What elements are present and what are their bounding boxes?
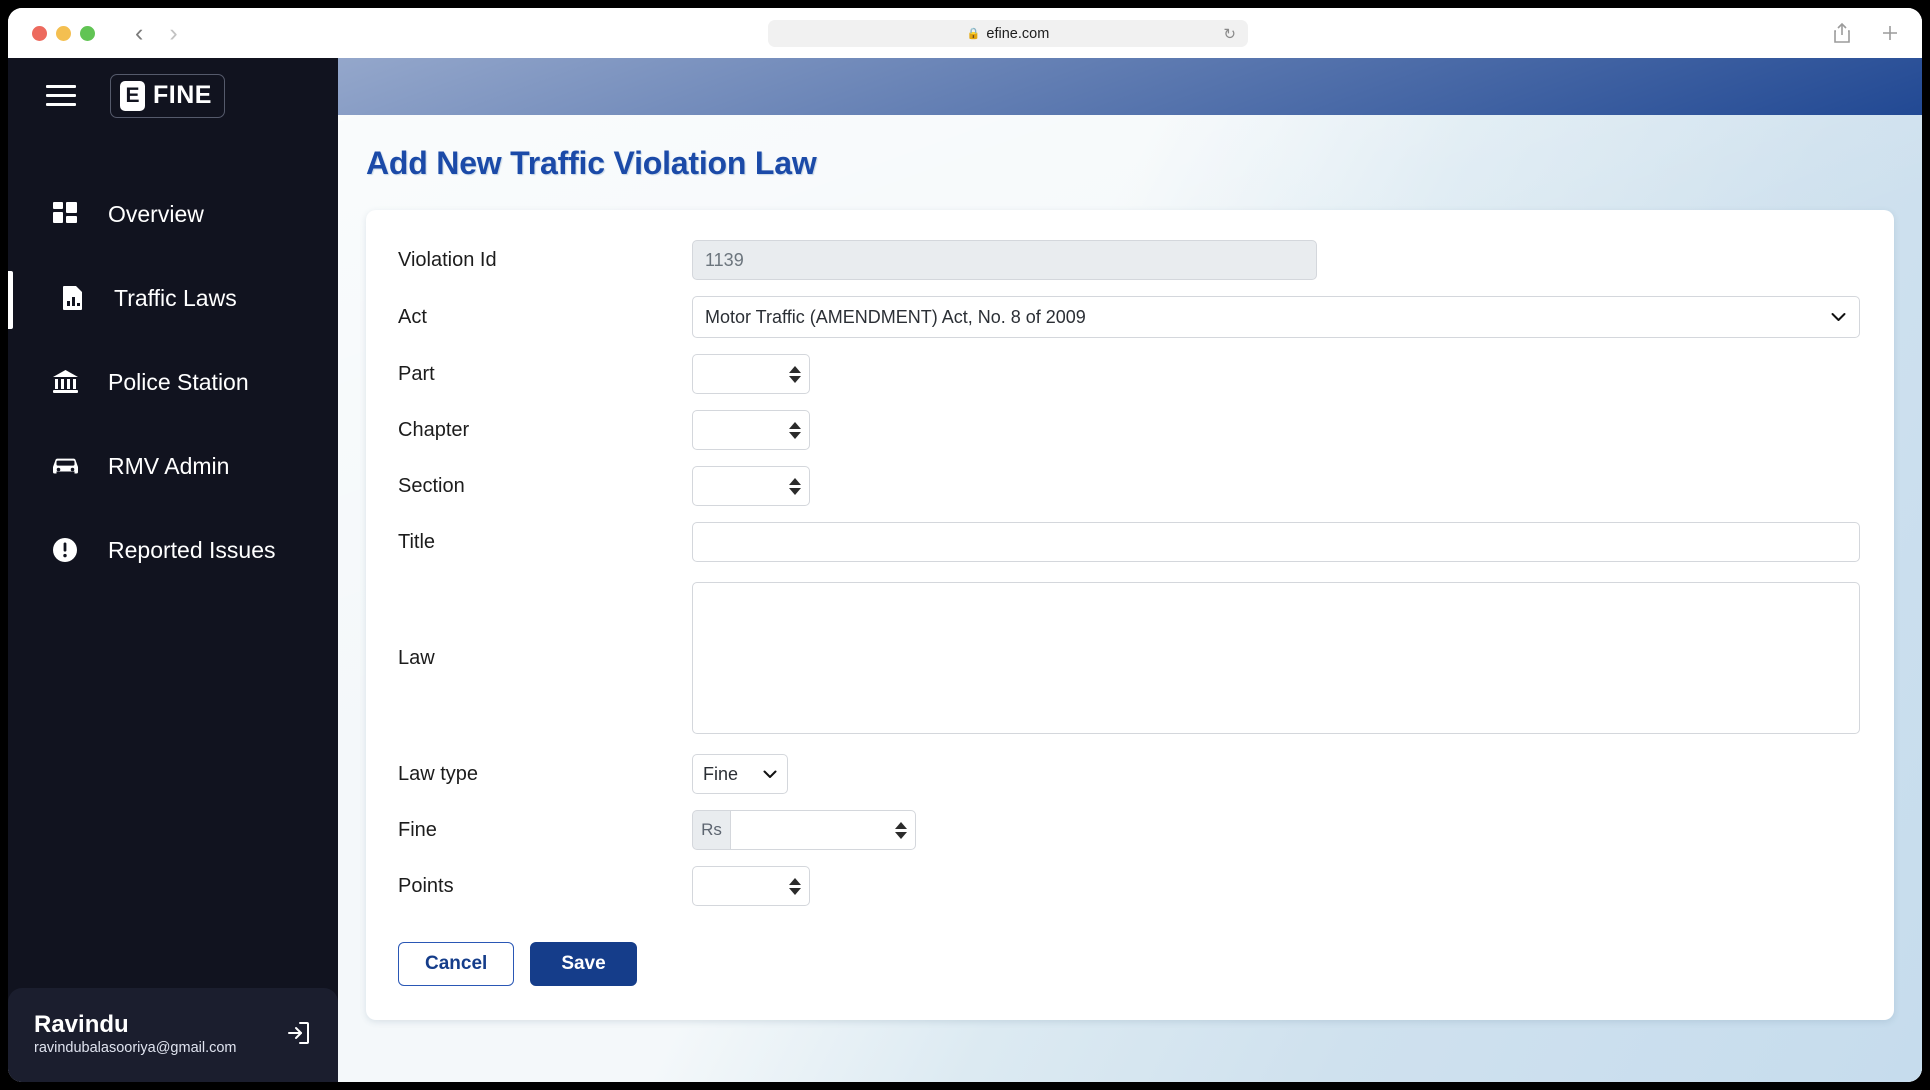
law-type-select[interactable]: Fine: [692, 754, 788, 794]
form-row-law-type: Law type Fine: [392, 754, 1860, 794]
browser-window: ‹ › 🔒 efine.com ↻ E FINE Overview Traffi…: [8, 8, 1922, 1082]
title-label: Title: [398, 530, 436, 553]
minimize-window-button[interactable]: [56, 25, 71, 41]
main-content: Add New Traffic Violation Law Violation …: [338, 58, 1922, 1082]
act-label: Act: [398, 305, 427, 328]
forward-arrow-icon[interactable]: ›: [169, 20, 177, 46]
form-card: Violation Id Act Motor Traffic (AMENDMEN…: [366, 210, 1894, 1020]
section-stepper[interactable]: [692, 466, 810, 506]
fine-input-group: Rs: [692, 810, 916, 850]
window-controls: [32, 25, 95, 41]
form-actions: Cancel Save: [392, 942, 1860, 986]
fine-input[interactable]: [731, 811, 915, 849]
form-row-fine: Fine Rs: [392, 810, 1860, 850]
law-type-value: Fine: [703, 763, 739, 784]
logo-mark: E: [120, 80, 145, 111]
hamburger-icon[interactable]: [46, 85, 76, 106]
application-root: E FINE Overview Traffic Laws Police Stat…: [8, 58, 1922, 1082]
part-stepper[interactable]: [692, 354, 810, 394]
save-button[interactable]: Save: [530, 942, 637, 986]
sidebar-item-rmv-admin[interactable]: RMV Admin: [8, 437, 338, 495]
fine-stepper[interactable]: [730, 810, 916, 850]
points-label: Points: [398, 874, 454, 897]
close-window-button[interactable]: [32, 25, 47, 41]
sidebar-item-traffic-laws[interactable]: Traffic Laws: [8, 269, 338, 329]
bank-icon: [50, 367, 80, 397]
sidebar-item-overview[interactable]: Overview: [8, 185, 338, 243]
share-icon[interactable]: [1832, 22, 1852, 44]
chapter-stepper[interactable]: [692, 410, 810, 450]
sidebar-header: E FINE: [8, 58, 338, 133]
act-select[interactable]: Motor Traffic (AMENDMENT) Act, No. 8 of …: [692, 296, 1860, 338]
sidebar: E FINE Overview Traffic Laws Police Stat…: [8, 58, 338, 1082]
user-info: Ravindu ravindubalasooriya@gmail.com: [34, 1010, 237, 1056]
section-label: Section: [398, 474, 465, 497]
fine-label: Fine: [398, 818, 437, 841]
stepper-arrows-icon[interactable]: [788, 363, 802, 385]
top-header-bar: [338, 58, 1922, 115]
stepper-arrows-icon[interactable]: [894, 819, 908, 841]
form-row-points: Points: [392, 866, 1860, 906]
points-stepper[interactable]: [692, 866, 810, 906]
cancel-button[interactable]: Cancel: [398, 942, 515, 986]
chevron-down-icon: [763, 770, 777, 778]
form-row-part: Part: [392, 354, 1860, 394]
sidebar-item-label: Overview: [108, 200, 204, 227]
law-label: Law: [398, 646, 435, 669]
maximize-window-button[interactable]: [80, 25, 95, 41]
sidebar-user-footer: Ravindu ravindubalasooriya@gmail.com: [8, 988, 338, 1082]
browser-nav-arrows: ‹ ›: [135, 20, 178, 46]
plus-icon[interactable]: [1880, 23, 1900, 43]
sidebar-item-label: Police Station: [108, 368, 249, 395]
form-row-violation-id: Violation Id: [392, 240, 1860, 280]
page-title: Add New Traffic Violation Law: [366, 145, 817, 181]
car-icon: [50, 451, 80, 481]
sidebar-item-label: Traffic Laws: [114, 284, 237, 311]
browser-toolbar-right: [1832, 22, 1900, 44]
law-type-label: Law type: [398, 762, 479, 785]
stepper-arrows-icon[interactable]: [788, 875, 802, 897]
user-name: Ravindu: [34, 1011, 129, 1038]
stepper-arrows-icon[interactable]: [788, 475, 802, 497]
fine-currency-prefix: Rs: [692, 810, 730, 850]
form-row-title: Title: [392, 522, 1860, 562]
alert-icon: [50, 535, 80, 565]
logout-icon[interactable]: [286, 1020, 312, 1046]
reload-icon[interactable]: ↻: [1223, 25, 1236, 43]
user-email: ravindubalasooriya@gmail.com: [34, 1040, 237, 1056]
browser-titlebar: ‹ › 🔒 efine.com ↻: [8, 8, 1922, 58]
stepper-arrows-icon[interactable]: [788, 419, 802, 441]
form-row-section: Section: [392, 466, 1860, 506]
title-input[interactable]: [692, 522, 1860, 562]
address-bar[interactable]: 🔒 efine.com ↻: [768, 20, 1248, 47]
part-label: Part: [398, 362, 435, 385]
violation-id-label: Violation Id: [398, 248, 497, 271]
law-textarea[interactable]: [692, 582, 1860, 734]
lock-icon: 🔒: [966, 28, 981, 40]
chapter-label: Chapter: [398, 418, 470, 441]
sidebar-item-label: RMV Admin: [108, 452, 230, 479]
sidebar-item-label: Reported Issues: [108, 536, 276, 563]
back-arrow-icon[interactable]: ‹: [135, 20, 143, 46]
sidebar-nav: Overview Traffic Laws Police Station RMV…: [8, 185, 338, 605]
url-text: efine.com: [986, 25, 1050, 42]
violation-id-input: [692, 240, 1317, 280]
form-row-law: Law: [392, 582, 1860, 734]
sidebar-item-reported-issues[interactable]: Reported Issues: [8, 521, 338, 579]
document-icon: [60, 283, 86, 313]
logo-text: FINE: [153, 81, 212, 109]
sidebar-item-police-station[interactable]: Police Station: [8, 353, 338, 411]
form-row-chapter: Chapter: [392, 410, 1860, 450]
grid-icon: [50, 199, 80, 229]
form-row-act: Act Motor Traffic (AMENDMENT) Act, No. 8…: [392, 296, 1860, 338]
app-logo[interactable]: E FINE: [110, 73, 225, 118]
